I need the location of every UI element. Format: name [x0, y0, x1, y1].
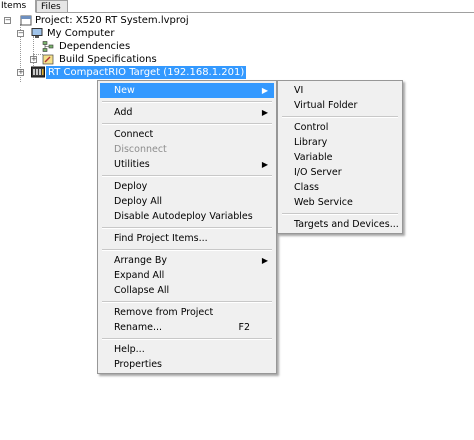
expand-icon[interactable]: + [30, 56, 37, 63]
menu-item-utilities-label: Utilities [114, 159, 150, 170]
computer-icon [31, 28, 43, 39]
menu-separator [282, 213, 398, 215]
menu-item-rename-shortcut: F2 [238, 322, 250, 333]
compactrio-target-icon [31, 66, 45, 78]
context-menu: New ▶ Add ▶ Connect Disconnect Utilities ▶ … [97, 80, 277, 374]
menu-separator [102, 227, 272, 229]
submenu-arrow-icon: ▶ [261, 256, 268, 265]
menu-separator [282, 116, 398, 118]
submenu-arrow-icon: ▶ [261, 108, 268, 117]
menu-item-rename-label: Rename... [114, 322, 163, 333]
submenu-item-library-label: Library [294, 137, 328, 148]
tab-files[interactable]: Files [36, 0, 68, 12]
menu-item-arrange-by[interactable]: Arrange By ▶ [100, 253, 274, 268]
submenu-item-web-service[interactable]: Web Service [280, 195, 400, 210]
tree-label-rt-target: RT CompactRIO Target (192.168.1.201) [46, 66, 247, 79]
tab-items-label: Items [1, 1, 27, 11]
menu-item-find-project-items-label: Find Project Items... [114, 233, 208, 244]
menu-item-disconnect: Disconnect [100, 142, 274, 157]
submenu-item-io-server-label: I/O Server [294, 167, 342, 178]
menu-separator [102, 301, 272, 303]
menu-item-remove-from-project[interactable]: Remove from Project [100, 305, 274, 320]
collapse-icon[interactable]: − [4, 17, 11, 24]
menu-item-disable-autodeploy-label: Disable Autodeploy Variables [114, 211, 253, 222]
menu-item-collapse-all-label: Collapse All [114, 285, 170, 296]
tree-label-project: Project: X520 RT System.lvproj [35, 15, 189, 26]
menu-item-deploy-label: Deploy [114, 181, 148, 192]
submenu-arrow-icon: ▶ [261, 86, 268, 95]
submenu-item-targets-and-devices[interactable]: Targets and Devices... [280, 217, 400, 232]
project-tabbar: Items Files [0, 0, 474, 13]
tree-label-build-specifications: Build Specifications [59, 54, 157, 65]
menu-separator [102, 123, 272, 125]
tab-items[interactable]: Items [0, 0, 36, 13]
submenu-item-control-label: Control [294, 122, 329, 133]
submenu-item-virtual-folder[interactable]: Virtual Folder [280, 98, 400, 113]
submenu-item-io-server[interactable]: I/O Server [280, 165, 400, 180]
submenu-item-targets-and-devices-label: Targets and Devices... [294, 219, 399, 230]
menu-item-deploy-all[interactable]: Deploy All [100, 194, 274, 209]
new-submenu: VI Virtual Folder Control Library Variab… [277, 80, 403, 234]
submenu-item-class[interactable]: Class [280, 180, 400, 195]
dependencies-icon [42, 41, 54, 52]
menu-item-disconnect-label: Disconnect [114, 144, 167, 155]
submenu-item-virtual-folder-label: Virtual Folder [294, 100, 358, 111]
submenu-arrow-icon: ▶ [261, 160, 268, 169]
menu-item-new[interactable]: New ▶ [100, 83, 274, 98]
menu-item-expand-all[interactable]: Expand All [100, 268, 274, 283]
menu-separator [102, 338, 272, 340]
submenu-item-web-service-label: Web Service [294, 197, 353, 208]
menu-item-connect[interactable]: Connect [100, 127, 274, 142]
menu-item-deploy-all-label: Deploy All [114, 196, 163, 207]
menu-item-properties[interactable]: Properties [100, 357, 274, 372]
menu-separator [102, 175, 272, 177]
submenu-item-control[interactable]: Control [280, 120, 400, 135]
menu-item-expand-all-label: Expand All [114, 270, 165, 281]
menu-item-deploy[interactable]: Deploy [100, 179, 274, 194]
expand-icon[interactable]: + [17, 69, 24, 76]
submenu-item-variable-label: Variable [294, 152, 333, 163]
menu-item-utilities[interactable]: Utilities ▶ [100, 157, 274, 172]
menu-separator [102, 101, 272, 103]
submenu-item-vi[interactable]: VI [280, 83, 400, 98]
submenu-item-library[interactable]: Library [280, 135, 400, 150]
menu-item-properties-label: Properties [114, 359, 163, 370]
menu-item-find-project-items[interactable]: Find Project Items... [100, 231, 274, 246]
tab-files-label: Files [41, 2, 61, 12]
menu-item-connect-label: Connect [114, 129, 154, 140]
menu-item-add[interactable]: Add ▶ [100, 105, 274, 120]
menu-item-remove-from-project-label: Remove from Project [114, 307, 214, 318]
menu-item-rename[interactable]: Rename... F2 [100, 320, 274, 335]
menu-separator [102, 249, 272, 251]
tree-label-my-computer: My Computer [47, 28, 115, 39]
submenu-item-class-label: Class [294, 182, 319, 193]
submenu-item-variable[interactable]: Variable [280, 150, 400, 165]
project-file-icon [20, 15, 32, 26]
menu-item-add-label: Add [114, 107, 133, 118]
tree-connector [33, 36, 34, 68]
tree-label-dependencies: Dependencies [59, 41, 131, 52]
menu-item-new-label: New [114, 85, 135, 96]
menu-item-help-label: Help... [114, 344, 145, 355]
collapse-icon[interactable]: − [17, 30, 24, 37]
menu-item-arrange-by-label: Arrange By [114, 255, 168, 266]
submenu-item-vi-label: VI [294, 85, 304, 96]
menu-item-disable-autodeploy[interactable]: Disable Autodeploy Variables [100, 209, 274, 224]
menu-item-help[interactable]: Help... [100, 342, 274, 357]
menu-item-collapse-all[interactable]: Collapse All [100, 283, 274, 298]
build-specifications-icon [42, 54, 54, 65]
tabbar-divider [0, 12, 474, 13]
